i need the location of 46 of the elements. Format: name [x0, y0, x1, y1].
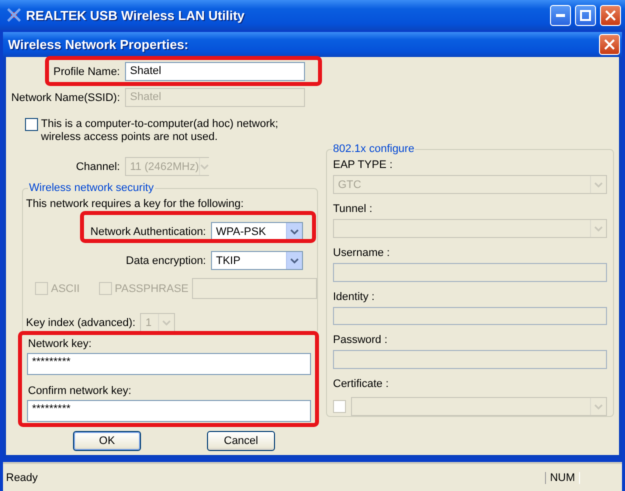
field-label: EAP TYPE : [333, 159, 394, 171]
maximize-button[interactable] [575, 4, 596, 26]
dialog-title: Wireless Network Properties: [8, 37, 190, 52]
dialog-button[interactable]: Cancel [207, 431, 275, 451]
confirm-key-field[interactable]: ********* [27, 400, 311, 422]
eap-select[interactable] [333, 219, 607, 238]
field-label: Password : [333, 334, 388, 346]
dialog-button[interactable]: OK [73, 431, 141, 451]
checkbox-label: This is a computer-to-computer(ad hoc) network; wireless access points are not used. [41, 118, 280, 144]
checkbox[interactable] [25, 118, 38, 131]
window-title: REALTEK USB Wireless LAN Utility [26, 8, 246, 22]
close-button[interactable] [600, 4, 621, 26]
group-title: Wireless network security [28, 182, 155, 194]
field-label: Key index (advanced): [26, 316, 136, 328]
close-icon [605, 10, 616, 20]
minimize-button[interactable] [550, 4, 571, 26]
close-button[interactable] [599, 34, 620, 55]
field-label: Data encryption: [126, 254, 206, 266]
field-label: Profile Name: [52, 66, 120, 78]
eap-field[interactable] [333, 263, 607, 282]
checkbox-label: ASCII [51, 282, 80, 294]
field-label: Network key: [28, 338, 93, 350]
certificate-select[interactable] [351, 397, 607, 416]
status-indicator: NUM [544, 472, 580, 484]
field-label: Identity : [333, 290, 376, 303]
group-title: 802.1x configure [332, 143, 416, 155]
close-icon [604, 39, 615, 50]
network-key-field[interactable]: ********* [27, 353, 311, 375]
field-label: Network Authentication: [90, 226, 206, 238]
profile-name-field[interactable]: Shatel [125, 62, 305, 81]
network-icon [6, 7, 22, 23]
eap-field[interactable] [333, 350, 607, 370]
field-label: Channel: [74, 160, 120, 172]
field-label: Username : [333, 247, 391, 259]
minimize-icon [556, 14, 565, 16]
status-text: Ready [6, 472, 38, 484]
field-label: Confirm network key: [28, 385, 132, 397]
field-label: Tunnel : [333, 203, 374, 215]
field-label: Network Name(SSID): [10, 92, 120, 104]
field-label: Certificate : [333, 378, 390, 390]
note-text: This network requires a key for the following: [26, 198, 245, 210]
checkbox-label: PASSPHRASE [114, 282, 189, 294]
eap-field[interactable] [333, 306, 607, 326]
maximize-icon [580, 10, 591, 20]
passphrase-field[interactable] [192, 278, 317, 299]
encryption-select[interactable]: TKIP [211, 251, 303, 270]
